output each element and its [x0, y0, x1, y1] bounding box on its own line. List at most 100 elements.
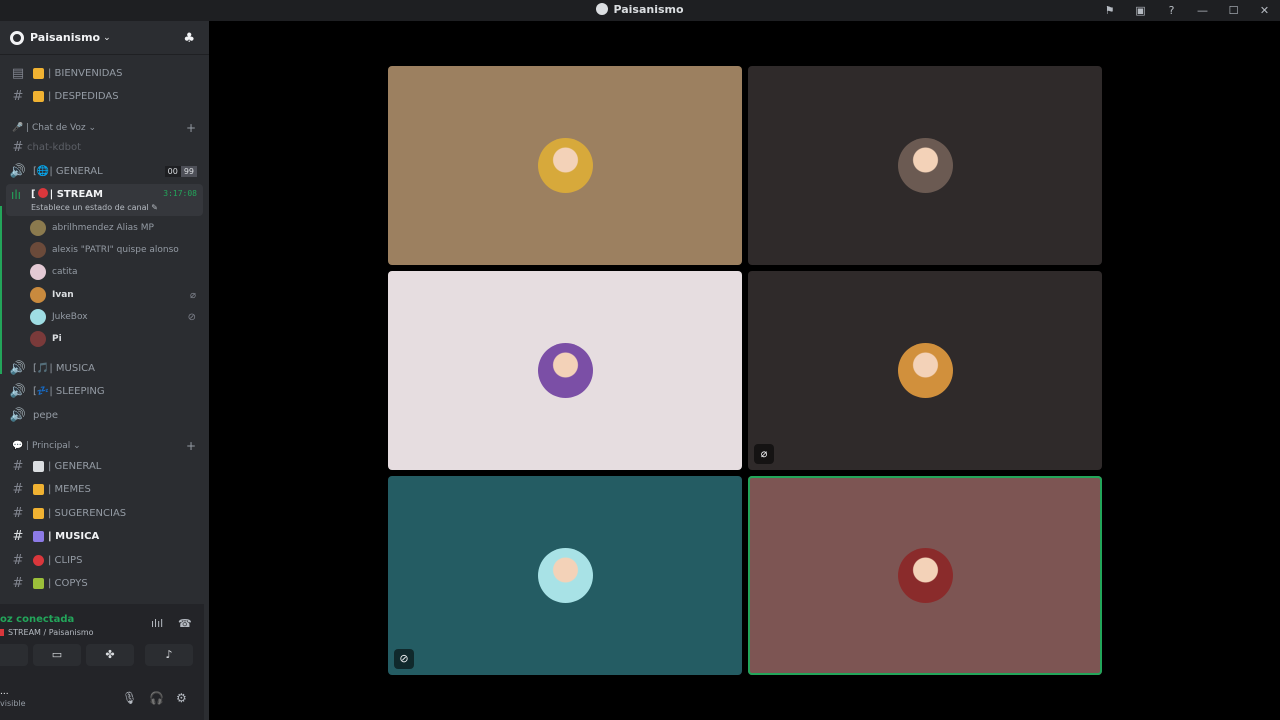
minimize-button[interactable]: — — [1187, 4, 1218, 17]
hash-icon: # — [12, 139, 24, 155]
inbox-icon[interactable]: ▣ — [1125, 4, 1156, 17]
channel-label: [💤| SLEEPING — [33, 385, 105, 397]
hash-icon: # — [12, 552, 24, 568]
participant-avatar — [898, 343, 953, 398]
maximize-button[interactable]: ☐ — [1218, 4, 1249, 17]
server-header[interactable]: Paisanismo ⌄ ♣ — [0, 21, 209, 55]
avatar — [30, 220, 46, 236]
close-button[interactable]: ✕ — [1249, 4, 1280, 17]
red-dot-icon — [0, 629, 4, 636]
red-circle-icon — [37, 188, 48, 198]
set-channel-status[interactable]: Establece un estado de canal ✎ — [31, 203, 158, 212]
chevron-down-icon: ⌄ — [103, 32, 111, 43]
add-channel-icon[interactable]: + — [186, 439, 196, 453]
voice-quality-icon[interactable]: ılıl — [151, 617, 163, 630]
voice-user[interactable]: catita — [30, 262, 202, 282]
voice-channel-general[interactable]: 🔊 [🌐| GENERAL 00 99 — [6, 160, 203, 182]
voice-user[interactable]: Pi — [30, 329, 202, 349]
voice-connected-status[interactable]: oz conectada — [0, 614, 74, 625]
help-icon[interactable]: ? — [1156, 4, 1187, 17]
voice-channel-stream[interactable]: ılı [| STREAM 3:17:08 Establece un estad… — [6, 184, 203, 216]
channel-label: [| STREAM — [31, 188, 103, 200]
channel-label: [🌐| GENERAL — [33, 165, 103, 177]
headset-icon[interactable]: 🎧 — [149, 691, 164, 705]
speaker-icon: 🔊 — [9, 360, 27, 376]
music-note-emoji-icon — [33, 530, 44, 542]
participant-tile[interactable]: ⌀ — [748, 271, 1102, 470]
server-icon — [10, 30, 24, 45]
window-title-area: Paisanismo — [0, 3, 1280, 16]
avatar — [30, 309, 46, 325]
avatar — [30, 264, 46, 280]
participant-tile[interactable] — [748, 476, 1102, 675]
channel-label: | BIENVENIDAS — [48, 67, 123, 79]
channel-chat-kdbot[interactable]: # chat-kdbot — [6, 136, 203, 158]
user-name[interactable]: ... — [0, 687, 9, 697]
hand-emoji-icon — [33, 90, 44, 102]
voice-user[interactable]: Ivan ⌀ — [30, 285, 202, 305]
disconnect-icon[interactable]: ☎ — [178, 617, 192, 630]
avatar — [30, 242, 46, 258]
user-name: JukeBox — [52, 312, 88, 322]
stream-timer: 3:17:08 — [163, 189, 197, 198]
voice-channel-pepe[interactable]: 🔊 pepe — [6, 404, 203, 426]
voice-user[interactable]: JukeBox ⊘ — [30, 307, 202, 327]
user-panel: ... visible 🎙 🎧 ⚙ — [0, 672, 204, 720]
channel-label: | GENERAL — [48, 460, 102, 472]
title-bar: Paisanismo ⚑ ▣ ? — ☐ ✕ — [0, 0, 1280, 21]
voice-user[interactable]: alexis "PATRI" quispe alonso — [30, 240, 202, 260]
avatar — [30, 331, 46, 347]
category-principal[interactable]: 💬 | Principal ⌄ + — [12, 439, 202, 453]
channel-clips[interactable]: # | CLIPS — [6, 549, 203, 571]
user-limit-badge: 00 99 — [164, 165, 197, 177]
speaker-icon: 🔊 — [9, 407, 27, 423]
channel-despedidas[interactable]: # | DESPEDIDAS — [6, 85, 203, 107]
participant-tile[interactable] — [748, 66, 1102, 265]
channel-musica[interactable]: # | MUSICA — [6, 525, 203, 547]
category-chat-de-voz[interactable]: 🎤 | Chat de Voz ⌄ + — [12, 121, 202, 135]
server-avatar-icon — [596, 3, 609, 15]
share-screen-button[interactable]: ▭ — [33, 644, 81, 666]
user-name: alexis "PATRI" quispe alonso — [52, 245, 179, 255]
hash-icon: # — [12, 528, 24, 544]
channel-label: pepe — [33, 409, 58, 421]
voice-channel-sleeping[interactable]: 🔊 [💤| SLEEPING — [6, 380, 203, 402]
participant-tile[interactable]: ⊘ — [388, 476, 742, 675]
voice-channel-musica[interactable]: 🔊 [🎵| MUSICA — [6, 357, 203, 379]
user-name: catita — [52, 267, 78, 277]
voice-user[interactable]: abrilhmendez Alias MP — [30, 218, 202, 238]
participant-tile[interactable] — [388, 66, 742, 265]
category-label: 🎤 | Chat de Voz ⌄ — [12, 123, 97, 133]
pencil-emoji-icon — [33, 577, 44, 589]
channel-memes[interactable]: # | MEMES — [6, 478, 203, 500]
channel-sugerencias[interactable]: # | SUGERENCIAS — [6, 502, 203, 524]
channel-label: | SUGERENCIAS — [48, 507, 127, 519]
face-emoji-icon — [33, 507, 44, 519]
video-button[interactable] — [0, 644, 28, 666]
hash-icon: # — [12, 481, 24, 497]
channel-label: chat-kdbot — [27, 141, 82, 153]
participant-tile[interactable] — [388, 271, 742, 470]
microphone-icon[interactable]: 🎙 — [122, 691, 137, 705]
speaker-icon: 🔊 — [9, 163, 27, 179]
flag-icon[interactable]: ⚑ — [1094, 4, 1125, 17]
settings-icon[interactable]: ⚙ — [176, 691, 187, 705]
hash-icon: # — [12, 575, 24, 591]
activities-button[interactable]: ✤ — [86, 644, 134, 666]
channel-general[interactable]: # | GENERAL — [6, 455, 203, 477]
deafened-icon: ⊘ — [187, 311, 196, 323]
channel-copys[interactable]: # | COPYS — [6, 572, 203, 594]
soundboard-button[interactable]: ♪ — [145, 644, 193, 666]
avatar — [30, 287, 46, 303]
invite-people-icon[interactable]: ♣ — [183, 31, 195, 46]
voice-connection-panel: oz conectada STREAM / Paisanismo ılıl ☎ … — [0, 604, 204, 720]
rules-icon: ▤ — [11, 65, 25, 81]
speech-emoji-icon — [33, 460, 44, 472]
channel-sidebar: Paisanismo ⌄ ♣ ▤ | BIENVENIDAS # | DESPE… — [0, 21, 209, 720]
channel-bienvenidas[interactable]: ▤ | BIENVENIDAS — [6, 62, 203, 84]
muted-status-icon: ⊘ — [394, 649, 414, 669]
channel-label: | MEMES — [48, 483, 91, 495]
add-channel-icon[interactable]: + — [186, 121, 196, 135]
user-name: Pi — [52, 334, 62, 344]
voice-channel-path[interactable]: STREAM / Paisanismo — [0, 628, 94, 637]
